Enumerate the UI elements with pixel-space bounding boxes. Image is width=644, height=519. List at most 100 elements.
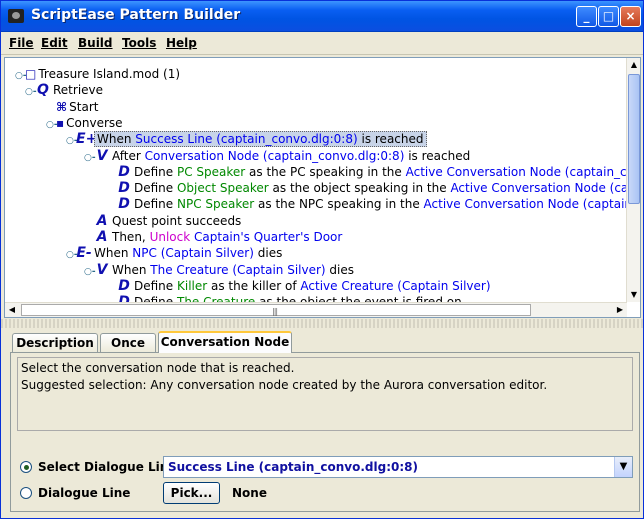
tree-row[interactable]: ○-□ Treasure Island.mod (1) [15, 66, 180, 82]
parameter-link[interactable]: PC Speaker [177, 165, 245, 179]
tree-row[interactable]: A Quest point succeeds [84, 212, 242, 229]
node-icon: D [118, 180, 130, 197]
parameter-link[interactable]: Captain's Quarter's Door [194, 230, 342, 244]
tree-row-label: Converse [66, 116, 122, 130]
description-line-2: Suggested selection: Any conversation no… [21, 378, 548, 392]
menu-bar: File Edit Build Tools Help [1, 32, 643, 55]
dialogue-line-combo[interactable]: Success Line (captain_convo.dlg:0:8) ▼ [163, 456, 633, 478]
tree-row-label: Quest point succeeds [112, 214, 241, 228]
tree-row[interactable]: D Define Object Speaker as the object spe… [106, 180, 627, 196]
vertical-scrollbar[interactable]: ▲ ▼ [626, 58, 640, 302]
tree-row-label: After Conversation Node (captain_convo.d… [112, 149, 470, 163]
parameter-link[interactable]: Active Creature (Captain Silver) [300, 279, 490, 293]
parameter-link[interactable]: Active Conversation Node (captain_ [424, 197, 627, 211]
parameter-link[interactable]: The Creature (Captain Silver) [150, 263, 325, 277]
tree-row[interactable]: ○-E+When Success Line (captain_convo.dlg… [66, 131, 427, 149]
node-icon: ⌘ [56, 99, 68, 114]
parameter-link[interactable]: The Creature [177, 295, 255, 302]
horizontal-scroll-thumb[interactable]: ||| [21, 304, 531, 316]
tab-description[interactable]: Description [12, 333, 98, 353]
scroll-up-icon[interactable]: ▲ [627, 58, 640, 72]
tree-row-label: Define The Creature as the object the ev… [134, 295, 462, 302]
tab-once[interactable]: Once [100, 333, 156, 353]
tree-row[interactable]: DDefine The Creature as the object the e… [106, 294, 462, 302]
description-text: Select the conversation node that is rea… [17, 357, 633, 431]
expand-toggle-icon[interactable]: ○- [84, 264, 96, 280]
tree-row-label: Treasure Island.mod (1) [38, 67, 180, 81]
tree-row-label: Define PC Speaker as the PC speaking in … [134, 165, 627, 179]
tree-row[interactable]: ○-E- When NPC (Captain Silver) dies [66, 245, 282, 261]
node-icon: D [118, 163, 130, 180]
parameter-link[interactable]: NPC Speaker [177, 197, 254, 211]
menu-edit[interactable]: Edit [41, 36, 68, 50]
parameter-link[interactable]: Conversation Node (captain_convo.dlg:0:8… [145, 149, 405, 163]
parameter-link[interactable]: Success Line (captain_convo.dlg:0:8) [135, 132, 357, 146]
tree-row[interactable]: D Define Killer as the killer of Active C… [106, 278, 490, 294]
menu-help[interactable]: Help [166, 36, 197, 50]
parameter-link[interactable]: Active Conversation Node (captain_con [406, 165, 627, 179]
pick-button[interactable]: Pick... [163, 482, 220, 504]
tree-row[interactable]: A Then, Unlock Captain's Quarter's Door [84, 229, 343, 245]
scroll-left-icon[interactable]: ◀ [5, 303, 19, 317]
statement-text: Treasure Island.mod (1) [38, 67, 181, 81]
menu-tools[interactable]: Tools [122, 36, 156, 50]
scroll-down-icon[interactable]: ▼ [627, 288, 640, 302]
node-icon: V [96, 147, 108, 164]
select-dialogue-radio[interactable] [20, 461, 32, 473]
expand-toggle-icon[interactable]: ○- [46, 117, 58, 133]
split-pane-divider[interactable] [1, 319, 643, 328]
expand-toggle-icon[interactable]: ○- [25, 84, 37, 100]
statement-text: Quest point succeeds [112, 213, 242, 228]
parameter-link[interactable]: Object Speaker [177, 181, 269, 195]
close-button[interactable]: × [620, 6, 641, 27]
tree-row-label: When NPC (Captain Silver) dies [94, 246, 282, 260]
statement-text: is reached [404, 148, 471, 163]
statement-text: Define [134, 197, 177, 212]
expand-toggle-icon[interactable]: ○- [15, 68, 27, 84]
parameter-link[interactable]: Active Conversation Node (captai [450, 181, 627, 195]
node-icon: D [118, 196, 130, 213]
tree-row[interactable]: ○-Q Retrieve [25, 82, 103, 98]
menu-build[interactable]: Build [78, 36, 113, 50]
tab-conversation-node[interactable]: Conversation Node [158, 331, 292, 353]
tree-row[interactable]: ○-V When The Creature (Captain Silver) di… [84, 262, 354, 278]
dialogue-line-label: Dialogue Line [38, 486, 131, 500]
pattern-tree-pane: ○-□ Treasure Island.mod (1) ○-Q Retrieve ⌘ St… [4, 57, 641, 318]
parameter-link[interactable]: NPC (Captain Silver) [132, 246, 254, 260]
minimize-button[interactable]: _ [576, 6, 597, 27]
tree-row[interactable]: D Define PC Speaker as the PC speaking in… [106, 164, 627, 180]
menu-file[interactable]: File [9, 36, 34, 50]
tree-row[interactable]: D Define NPC Speaker as the NPC speaking … [106, 196, 627, 212]
statement-text: Start [69, 99, 99, 114]
expand-toggle-icon[interactable]: ○- [66, 133, 78, 149]
maximize-button[interactable]: □ [598, 6, 619, 27]
main-window: ScriptEase Pattern Builder _ □ × File Ed… [0, 0, 644, 519]
horizontal-scrollbar[interactable]: ◀ ||| ▶ [5, 302, 627, 317]
expand-toggle-icon[interactable]: ○- [66, 247, 78, 263]
node-icon: E- [76, 245, 92, 262]
tree-row-label: Then, Unlock Captain's Quarter's Door [112, 230, 342, 244]
expand-toggle-icon[interactable]: ○- [84, 150, 96, 166]
statement-text: as the object speaking in the [268, 181, 451, 196]
tree-row-label: When Success Line (captain_convo.dlg:0:8… [94, 131, 427, 148]
node-icon: V [96, 261, 108, 278]
statement-text: dies [253, 246, 283, 261]
node-icon: A [96, 212, 108, 229]
node-icon: D [116, 294, 132, 302]
chevron-down-icon[interactable]: ▼ [614, 457, 632, 477]
scroll-right-icon[interactable]: ▶ [613, 303, 627, 317]
statement-text: When [112, 262, 151, 277]
title-bar[interactable]: ScriptEase Pattern Builder _ □ × [1, 1, 643, 32]
statement-text: dies [325, 262, 355, 277]
pattern-tree[interactable]: ○-□ Treasure Island.mod (1) ○-Q Retrieve ⌘ St… [5, 58, 627, 302]
description-line-1: Select the conversation node that is rea… [21, 361, 295, 375]
tree-row[interactable]: ⌘ Start [46, 99, 98, 115]
dialogue-line-radio[interactable] [20, 487, 32, 499]
statement-text: After [112, 148, 145, 163]
parameter-link[interactable]: Unlock [150, 230, 191, 244]
tree-row[interactable]: ○-▪ Converse [46, 115, 123, 131]
tree-row[interactable]: ○-V After Conversation Node (captain_conv… [84, 148, 470, 164]
statement-text: is reached [357, 132, 424, 147]
parameter-link[interactable]: Killer [177, 279, 207, 293]
vertical-scroll-thumb[interactable] [628, 74, 640, 204]
